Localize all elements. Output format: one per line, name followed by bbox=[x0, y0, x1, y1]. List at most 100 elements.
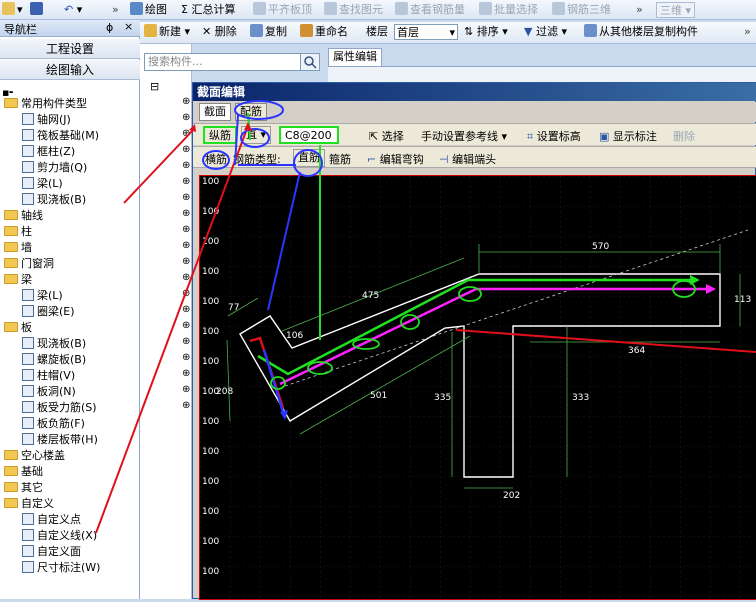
tree-item[interactable]: 板负筋(F) bbox=[22, 416, 85, 432]
tree-folder[interactable]: 基础 bbox=[4, 464, 43, 480]
list-item-marker[interactable]: ⊕ bbox=[182, 144, 190, 155]
tree-item[interactable]: 现浇板(B) bbox=[22, 336, 86, 352]
tree-item[interactable]: 圈梁(E) bbox=[22, 304, 75, 320]
tree-item-label: 楼层板带(H) bbox=[37, 433, 98, 446]
filter-button[interactable]: ▼ 过滤 ▾ bbox=[524, 24, 567, 40]
list-item-marker[interactable]: ⊕ bbox=[182, 320, 190, 331]
close-icon[interactable]: × bbox=[124, 20, 133, 33]
sum-calc-button[interactable]: Σ 汇总计算 bbox=[181, 2, 235, 18]
list-item-marker[interactable]: ⊕ bbox=[182, 192, 190, 203]
more-chevron-icon-2[interactable]: » bbox=[744, 24, 751, 40]
show-annotation-button[interactable]: ▣ 显示标注 bbox=[599, 128, 657, 144]
rename-button[interactable]: 重命名 bbox=[300, 24, 348, 40]
list-item-marker[interactable]: ⊕ bbox=[182, 272, 190, 283]
undo-icon[interactable]: ↶ ▾ bbox=[64, 2, 82, 18]
tree-folder[interactable]: 自定义 bbox=[4, 496, 54, 512]
tree-folder[interactable]: 墙 bbox=[4, 240, 32, 256]
rebar-3d-button[interactable]: 钢筋三维 bbox=[552, 2, 611, 18]
tree-item[interactable]: 现浇板(B) bbox=[22, 192, 86, 208]
list-item-marker[interactable]: ⊕ bbox=[182, 336, 190, 347]
component-icon bbox=[22, 305, 34, 317]
batch-select-button[interactable]: 批量选择 bbox=[479, 2, 538, 18]
tree-item[interactable]: 楼层板带(H) bbox=[22, 432, 98, 448]
list-item-marker[interactable]: ⊕ bbox=[182, 96, 190, 107]
tab-rebar[interactable]: 配筋 bbox=[235, 103, 267, 121]
view-rebar-button[interactable]: 查看钢筋量 bbox=[395, 2, 465, 18]
delete-button[interactable]: ✕ 删除 bbox=[202, 24, 237, 40]
list-item-marker[interactable]: ⊕ bbox=[182, 176, 190, 187]
tree-item[interactable]: 筏板基础(M) bbox=[22, 128, 99, 144]
list-item-marker[interactable]: ⊕ bbox=[182, 160, 190, 171]
tree-folder[interactable]: 轴线 bbox=[4, 208, 43, 224]
tree-item[interactable]: 螺旋板(B) bbox=[22, 352, 86, 368]
list-item-marker[interactable]: ⊕ bbox=[182, 304, 190, 315]
copy-from-floor-button[interactable]: 从其他楼层复制构件 bbox=[584, 24, 698, 40]
axis-label: 100 bbox=[202, 297, 219, 307]
overflow-chevron-icon[interactable]: » bbox=[112, 2, 119, 18]
set-elevation-button[interactable]: ⌗ 设置标高 bbox=[527, 128, 581, 144]
list-item-marker[interactable]: ⊕ bbox=[182, 288, 190, 299]
tree-item[interactable]: 自定义面 bbox=[22, 544, 81, 560]
tree-item[interactable]: 框柱(Z) bbox=[22, 144, 75, 160]
tree-folder[interactable]: 常用构件类型 bbox=[4, 96, 87, 112]
list-item-marker[interactable]: ⊕ bbox=[182, 368, 190, 379]
tree-item-label: 现浇板(B) bbox=[37, 337, 87, 350]
tree-expand-icon[interactable]: ⊟ bbox=[150, 80, 159, 93]
longitudinal-rebar-button[interactable]: 纵筋 bbox=[203, 126, 237, 144]
open-icon[interactable]: ▾ bbox=[2, 2, 23, 18]
tree-folder[interactable]: 板 bbox=[4, 320, 32, 336]
section-canvas[interactable]: 100 100 100 100 100 100 100 100 100 100 100 100 100 1… bbox=[199, 175, 756, 600]
search-icon[interactable] bbox=[300, 53, 320, 71]
list-item-marker[interactable]: ⊕ bbox=[182, 400, 190, 411]
save-icon[interactable] bbox=[30, 2, 45, 18]
stirrup-button[interactable]: 横筋 bbox=[205, 151, 227, 167]
list-item-marker[interactable]: ⊕ bbox=[182, 240, 190, 251]
tree-folder[interactable]: 空心楼盖 bbox=[4, 448, 65, 464]
tree-item[interactable]: 轴网(J) bbox=[22, 112, 71, 128]
tree-item[interactable]: 自定义线(X) bbox=[22, 528, 97, 544]
tree-folder[interactable]: 门窗洞 bbox=[4, 256, 54, 272]
copy-button[interactable]: 复制 bbox=[250, 24, 287, 40]
tree-item[interactable]: 剪力墙(Q) bbox=[22, 160, 87, 176]
tree-item[interactable]: 尺寸标注(W) bbox=[22, 560, 100, 576]
view-3d-dropdown[interactable]: 三维 ▾ bbox=[656, 2, 696, 18]
manual-reference-button[interactable]: 手动设置参考线 ▾ bbox=[421, 128, 507, 144]
rebar-delete-button[interactable]: 删除 bbox=[673, 128, 695, 144]
draw-button[interactable]: 绘图 bbox=[130, 2, 167, 18]
tree-folder[interactable]: 柱 bbox=[4, 224, 32, 240]
rebar-spec-input[interactable]: C8@200 bbox=[279, 126, 339, 144]
tree-item[interactable]: 自定义点 bbox=[22, 512, 81, 528]
list-item-marker[interactable]: ⊕ bbox=[182, 112, 190, 123]
tab-properties[interactable]: 属性编辑 bbox=[328, 48, 382, 66]
tree-item[interactable]: 梁(L) bbox=[22, 176, 63, 192]
list-item-marker[interactable]: ⊕ bbox=[182, 352, 190, 363]
floor-select[interactable]: 首层 ▾ bbox=[394, 24, 458, 40]
list-item-marker[interactable]: ⊕ bbox=[182, 384, 190, 395]
more-chevron-icon[interactable]: » bbox=[636, 2, 643, 18]
tree-item[interactable]: 柱帽(V) bbox=[22, 368, 75, 384]
list-item-marker[interactable]: ⊕ bbox=[182, 128, 190, 139]
drawing-input-button[interactable]: 绘图输入 bbox=[0, 60, 140, 80]
search-input[interactable]: 搜索构件... bbox=[144, 53, 320, 71]
sort-button[interactable]: ⇅ 排序 ▾ bbox=[464, 24, 508, 40]
flat-top-button[interactable]: 平齐板顶 bbox=[253, 2, 312, 18]
list-item-marker[interactable]: ⊕ bbox=[182, 256, 190, 267]
new-button[interactable]: 新建 ▾ bbox=[144, 24, 190, 40]
tree-folder[interactable]: 其它 bbox=[4, 480, 43, 496]
pin-icon[interactable]: ϕ bbox=[106, 21, 113, 34]
select-button[interactable]: ⇱ 选择 bbox=[369, 128, 404, 144]
project-settings-button[interactable]: 工程设置 bbox=[0, 39, 140, 59]
hoop-rebar-button[interactable]: 箍筋 bbox=[329, 151, 351, 167]
list-item-marker[interactable]: ⊕ bbox=[182, 208, 190, 219]
tree-item[interactable]: 梁(L) bbox=[22, 288, 63, 304]
tree-item[interactable]: 板洞(N) bbox=[22, 384, 76, 400]
edit-hook-button[interactable]: ⌐ 编辑弯钩 bbox=[367, 151, 424, 167]
list-item-marker[interactable]: ⊕ bbox=[182, 224, 190, 235]
straight-rebar-button[interactable]: 直筋 bbox=[293, 149, 325, 167]
tree-folder[interactable]: 梁 bbox=[4, 272, 32, 288]
edit-end-button[interactable]: ⊣ 编辑端头 bbox=[439, 151, 496, 167]
rebar-type-select[interactable]: 直 ▾ bbox=[241, 126, 272, 144]
find-element-button[interactable]: 查找图元 bbox=[324, 2, 383, 18]
tab-section[interactable]: 截面 bbox=[199, 103, 231, 121]
tree-item[interactable]: 板受力筋(S) bbox=[22, 400, 97, 416]
